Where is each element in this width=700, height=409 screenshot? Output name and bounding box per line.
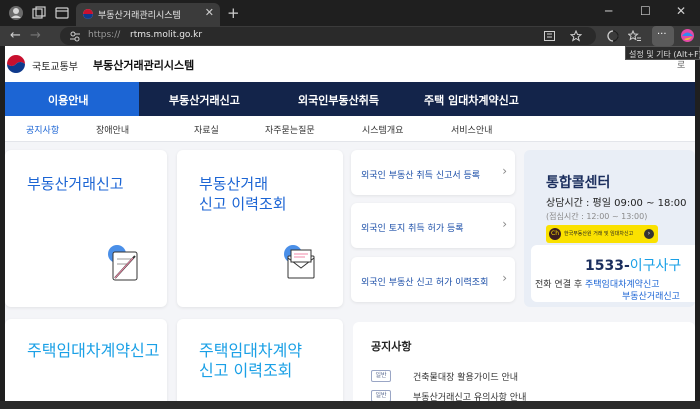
main-navigation: 이용안내 부동산거래신고 외국인부동산취득 주택 임대차계약신고 [5,82,695,116]
snb-item-outage[interactable]: 장애안내 [96,123,129,136]
snb-item-system-overview[interactable]: 시스템개요 [362,123,403,136]
notice-badge: 일반 [371,370,391,382]
url-host: rtms.molit.go.kr [130,30,203,40]
link-label: 외국인 부동산 취득 신고서 등록 [361,171,481,181]
card-title: 주택임대차계약신고 [27,341,160,360]
gnb-item-foreign-acquisition[interactable]: 외국인부동산취득 [298,92,379,108]
callcenter-lunch: (점심시간 : 12:00 ~ 13:00) [546,212,648,221]
link-foreign-acquisition-register[interactable]: 외국인 부동산 취득 신고서 등록 › [351,150,515,195]
snb-item-notice[interactable]: 공지사항 [26,123,59,136]
browser-titlebar: 부동산거래관리시스템 ✕ + ─ ☐ ✕ [0,0,700,26]
favorites-icon[interactable] [628,30,641,42]
kakao-channel-label: 한국부동산원 거래 및 임대차신고 [564,231,634,237]
maximize-icon[interactable]: ☐ [640,4,651,18]
new-tab-icon[interactable]: + [227,4,240,22]
taskbar-strip [0,401,700,409]
chevron-right-icon: › [502,217,507,231]
chevron-right-icon: › [502,271,507,285]
gnb-item-real-estate-report[interactable]: 부동산거래신고 [169,92,240,108]
favorite-star-icon[interactable] [570,30,582,42]
arrow-right-icon: › [644,229,654,239]
chevron-right-icon: › [502,164,507,178]
ministry-name[interactable]: 국토교통부 [32,58,78,73]
card-title-line2: 신고 이력조회 [199,195,287,213]
back-icon[interactable]: ← [10,28,21,43]
browser-toolbar: ← → https:// rtms.molit.go.kr ··· [0,26,700,46]
callcenter-connect-line2: 부동산거래신고 [622,292,680,302]
callcenter-phone-box: 1533-이구사구 전화 연결 후 주택임대차계약신고 부동산거래신고 [531,245,695,302]
notice-row[interactable]: 일반 건축물대장 활용가이드 안내 [371,370,671,384]
card-title-line1: 부동산거래 [199,175,269,193]
government-emblem-logo[interactable] [5,53,27,75]
tab-title: 부동산거래관리시스템 [98,11,181,21]
link-foreign-history[interactable]: 외국인 부동산 신고 허가 이력조회 › [351,257,515,302]
more-menu-tooltip: 설정 및 기타 (Alt+F) [625,46,700,60]
card-title-line1: 주택임대차계약 [199,341,303,360]
notice-panel: 공지사항 일반 건축물대장 활용가이드 안내 일반 부동산거래신고 유의사항 안… [353,322,695,409]
card-title: 부동산거래신고 [27,175,124,193]
page-viewport: 국토교통부 부동산거래관리시스템 로 이용안내 부동산거래신고 외국인부동산취득… [5,46,695,409]
more-icon: ··· [657,29,667,40]
forward-icon[interactable]: → [30,28,41,43]
favicon-icon [83,9,93,19]
card-rental-history[interactable]: 주택임대차계약 신고 이력조회 [177,319,343,409]
copilot-icon[interactable] [680,28,695,43]
address-bar[interactable]: https:// rtms.molit.go.kr [60,27,596,45]
connect-prefix: 전화 연결 후 [535,280,583,290]
site-info-icon[interactable] [69,30,81,42]
system-name[interactable]: 부동산거래관리시스템 [93,57,194,73]
callcenter-title: 통합콜센터 [546,175,611,191]
card-title-line2: 신고 이력조회 [199,361,293,380]
callcenter-phone[interactable]: 1533-이구사구 [585,255,681,275]
notice-title[interactable]: 공지사항 [371,338,411,354]
gnb-item-usage-guide[interactable]: 이용안내 [48,92,88,108]
card-report-history[interactable]: 부동산거래 신고 이력조회 [177,150,343,307]
phone-word: 이구사구 [629,258,682,274]
tab-close-icon[interactable]: ✕ [205,6,214,19]
callcenter-hours: 상담시간 : 평일 09:00 ~ 18:00 [546,198,687,209]
link-label: 외국인 부동산 신고 허가 이력조회 [361,278,489,288]
more-menu-button[interactable]: ··· [652,26,674,46]
browser-tab[interactable]: 부동산거래관리시스템 ✕ [76,3,220,26]
notice-text: 건축물대장 활용가이드 안내 [413,373,519,383]
minimize-icon[interactable]: ─ [605,4,612,18]
extensions-icon[interactable] [607,30,619,42]
kakao-channel-button[interactable]: Ch 한국부동산원 거래 및 임대차신고 › [546,225,658,243]
workspaces-icon[interactable] [31,5,47,21]
card-real-estate-report[interactable]: 부동산거래신고 [5,150,167,307]
snb-item-resources[interactable]: 자료실 [194,123,219,136]
profile-icon[interactable] [8,5,24,21]
close-window-icon[interactable]: ✕ [676,4,686,18]
link-foreign-land-permit[interactable]: 외국인 토지 취득 허가 등록 › [351,203,515,248]
snb-item-service-guide[interactable]: 서비스안내 [451,123,492,136]
snb-item-faq[interactable]: 자주묻는질문 [265,123,315,136]
envelope-document-icon [284,245,315,279]
link-label: 외국인 토지 취득 허가 등록 [361,224,464,234]
sub-navigation: 공지사항 장애안내 자료실 자주묻는질문 시스템개요 서비스안내 [5,116,695,142]
callcenter-panel: 통합콜센터 상담시간 : 평일 09:00 ~ 18:00 (점심시간 : 12… [524,150,695,307]
card-rental-report[interactable]: 주택임대차계약신고 [5,319,167,409]
kakao-channel-icon: Ch [549,228,561,240]
tooltip-text: 설정 및 기타 (Alt+F) [629,50,700,59]
phone-number: 1533- [585,258,630,274]
gnb-item-rental-report[interactable]: 주택 임대차계약신고 [424,92,519,108]
site-header: 국토교통부 부동산거래관리시스템 로 [5,46,695,82]
pen-document-icon [108,245,138,281]
tab-actions-icon[interactable] [54,5,70,21]
url-protocol: https:// [88,30,121,40]
read-aloud-icon[interactable] [544,31,555,41]
